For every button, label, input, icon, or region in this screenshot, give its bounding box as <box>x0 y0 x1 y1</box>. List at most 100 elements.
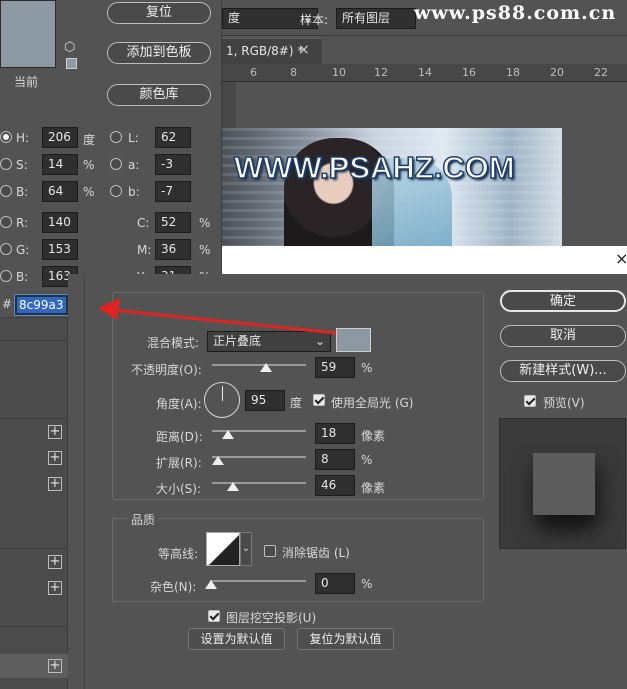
style-list-divider <box>0 340 68 341</box>
channel-input[interactable]: 52 <box>155 212 191 233</box>
ruler-tick-label: 12 <box>374 66 388 79</box>
opacity-unit: % <box>361 361 373 375</box>
opacity-input[interactable]: 59 <box>315 357 355 378</box>
sample-select[interactable]: 所有图层 <box>336 8 416 29</box>
preview-label: 预览(V) <box>543 396 585 410</box>
add-effect-button[interactable]: + <box>48 477 62 491</box>
add-effect-button[interactable]: + <box>48 451 62 465</box>
angle-unit: 度 <box>290 396 303 410</box>
reset-button[interactable]: 复位 <box>107 2 211 24</box>
channel-label: b: <box>128 185 140 199</box>
spread-input[interactable]: 8 <box>315 449 355 470</box>
distance-label: 距离(D): <box>156 430 203 444</box>
channel-input[interactable]: -3 <box>155 154 191 175</box>
blend-mode-label: 混合模式: <box>147 336 200 350</box>
make-default-button[interactable]: 设置为默认值 <box>188 628 285 650</box>
size-label: 大小(S): <box>156 482 202 496</box>
noise-slider[interactable] <box>210 580 306 582</box>
channel-value: 14 <box>48 157 64 171</box>
add-effect-button[interactable]: + <box>48 425 62 439</box>
channel-value: 36 <box>161 242 177 256</box>
cube-icon[interactable]: ⬡ <box>64 40 75 55</box>
add-effect-button[interactable]: + <box>48 555 62 569</box>
dialog-close-icon[interactable]: × <box>615 249 627 268</box>
channel-input[interactable]: 62 <box>155 127 191 148</box>
channel-label: G: <box>16 243 30 257</box>
add-to-swatches-button[interactable]: 添加到色板 <box>107 42 211 64</box>
knockout-checkbox[interactable] <box>208 610 220 622</box>
noise-slider-thumb[interactable] <box>205 580 217 589</box>
contour-label: 等高线: <box>158 547 199 561</box>
shadow-color-swatch[interactable] <box>336 328 371 352</box>
antialias-checkbox[interactable] <box>264 545 276 557</box>
global-light-checkbox[interactable] <box>313 394 325 406</box>
channel-unit: % <box>199 243 211 257</box>
preview-checkbox[interactable] <box>524 395 536 407</box>
new-style-button[interactable]: 新建样式(W)... <box>500 360 626 382</box>
sample-label: 样本: <box>300 13 329 27</box>
channel-value: 62 <box>161 130 177 144</box>
channel-unit: % <box>83 185 95 199</box>
mode-suffix: 度 <box>228 11 241 25</box>
channel-radio[interactable] <box>110 185 122 197</box>
channel-radio[interactable] <box>0 243 12 255</box>
channel-radio[interactable] <box>0 185 12 197</box>
web-color-swatch[interactable] <box>66 58 77 69</box>
channel-input[interactable]: 153 <box>42 239 78 260</box>
noise-label: 杂色(N): <box>150 580 197 594</box>
spread-slider[interactable] <box>212 456 306 458</box>
chevron-down-icon: ⌄ <box>241 543 251 554</box>
channel-radio[interactable] <box>0 216 12 228</box>
channel-input[interactable]: 206 <box>42 127 78 148</box>
opacity-slider[interactable] <box>212 364 306 366</box>
channel-label: B: <box>16 185 29 199</box>
channel-input[interactable]: 36 <box>155 239 191 260</box>
add-effect-button[interactable]: + <box>48 581 62 595</box>
size-slider-thumb[interactable] <box>227 482 239 491</box>
channel-radio[interactable] <box>0 158 12 170</box>
contour-dropdown[interactable]: ⌄ <box>240 532 252 566</box>
ruler-tick-label: 22 <box>594 66 608 79</box>
channel-value: -7 <box>161 184 173 198</box>
channel-input[interactable]: 140 <box>42 212 78 233</box>
close-icon[interactable]: × <box>298 42 310 58</box>
channel-label: R: <box>16 216 29 230</box>
cancel-button[interactable]: 取消 <box>500 325 626 347</box>
channel-radio[interactable] <box>0 131 12 143</box>
angle-dial[interactable] <box>204 382 240 418</box>
channel-input[interactable]: 14 <box>42 154 78 175</box>
blend-mode-select[interactable]: 正片叠底 ⌄ <box>207 331 331 352</box>
contour-picker[interactable] <box>206 532 240 566</box>
angle-dial-needle <box>222 386 223 401</box>
noise-input[interactable]: 0 <box>315 573 355 594</box>
channel-radio[interactable] <box>0 270 12 282</box>
channel-radio[interactable] <box>110 158 122 170</box>
opacity-slider-thumb[interactable] <box>260 363 272 372</box>
hex-value: 8c99a3 <box>17 297 66 313</box>
channel-input[interactable]: -7 <box>155 181 191 202</box>
distance-slider-thumb[interactable] <box>222 430 234 439</box>
ruler-tick-label: 8 <box>290 66 297 79</box>
banner-title: WWW.PSAHZ.COM <box>233 149 515 186</box>
size-value: 46 <box>321 478 337 492</box>
angle-input[interactable]: 95 <box>245 390 285 411</box>
spread-slider-thumb[interactable] <box>212 456 224 465</box>
style-list-divider <box>0 418 68 419</box>
color-libraries-button[interactable]: 颜色库 <box>107 84 211 106</box>
ok-button[interactable]: 确定 <box>500 290 626 312</box>
channel-radio[interactable] <box>110 131 122 143</box>
ruler-tick-label: 14 <box>418 66 432 79</box>
channel-label: C: <box>137 216 150 230</box>
channel-unit: % <box>199 216 211 230</box>
channel-input[interactable]: 64 <box>42 181 78 202</box>
channel-unit: % <box>83 158 95 172</box>
add-effect-button[interactable]: + <box>48 659 62 673</box>
blend-mode-value: 正片叠底 <box>213 334 262 348</box>
contour-curve <box>207 533 239 565</box>
preview-box <box>499 418 626 549</box>
distance-input[interactable]: 18 <box>315 423 355 444</box>
reset-default-button[interactable]: 复位为默认值 <box>297 628 394 650</box>
size-input[interactable]: 46 <box>315 475 355 496</box>
antialias-label: 消除锯齿 (L) <box>282 546 350 560</box>
noise-unit: % <box>361 577 373 591</box>
